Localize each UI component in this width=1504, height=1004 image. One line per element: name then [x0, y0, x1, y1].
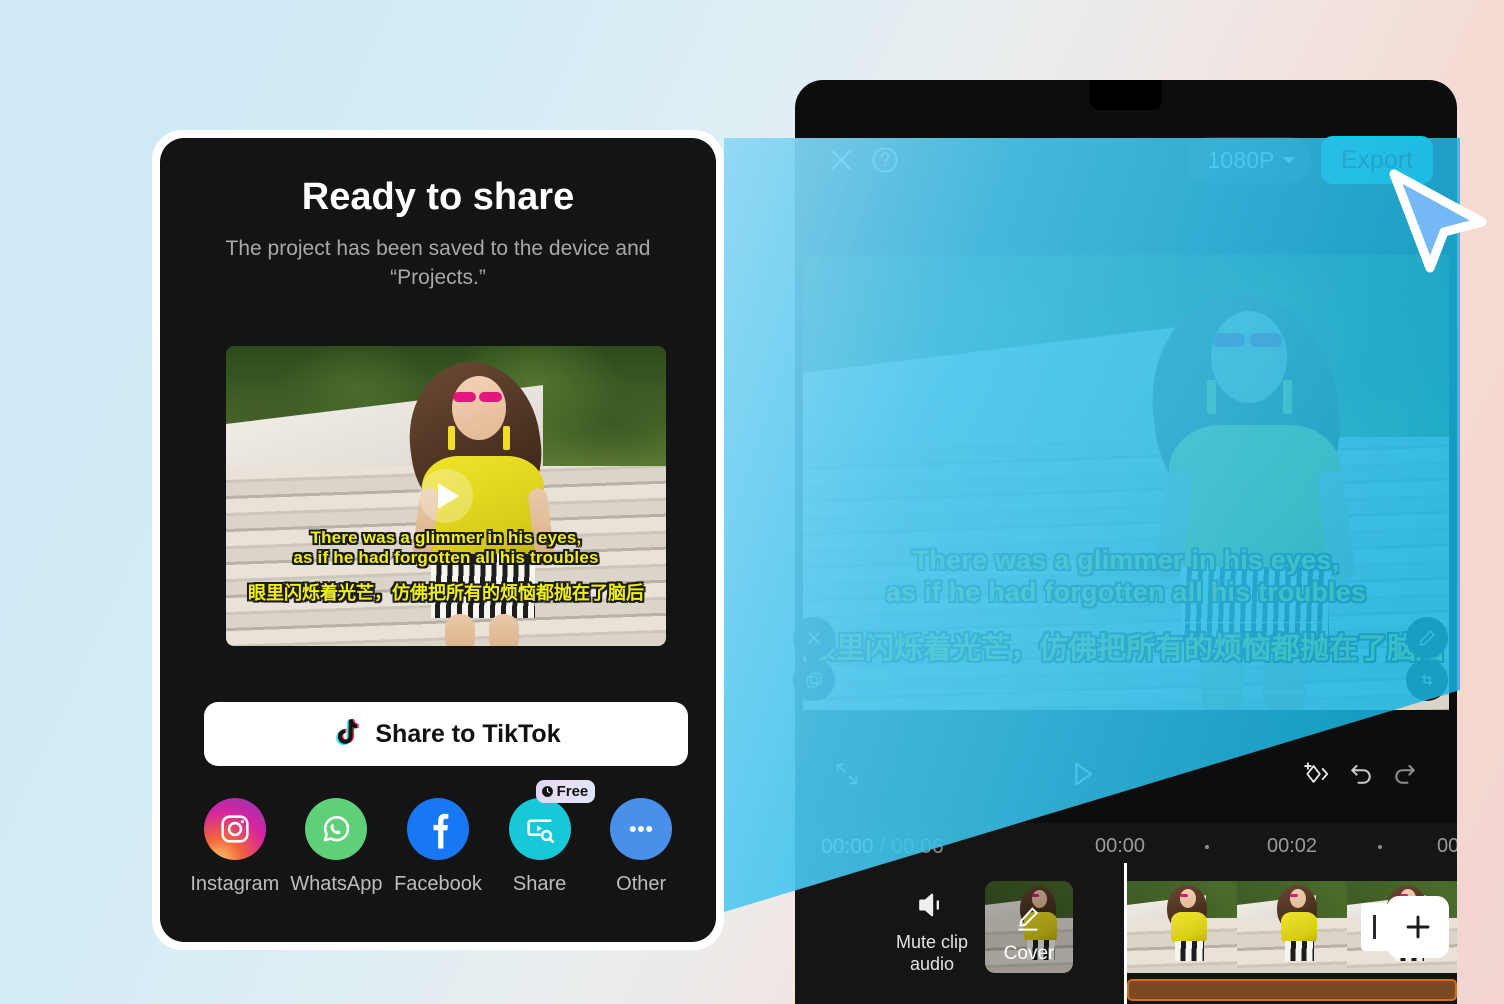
subtitle-en-line2: as if he had forgotten all his troubles — [293, 548, 599, 568]
share-target-label: WhatsApp — [290, 873, 383, 895]
resolution-selector[interactable]: 1080P — [1187, 137, 1311, 183]
play-button[interactable] — [419, 469, 473, 523]
ruler-tick — [1205, 845, 1209, 849]
cover-button[interactable]: Cover — [985, 881, 1073, 973]
play-icon — [1075, 762, 1093, 786]
dialog-subtitle: The project has been saved to the device… — [225, 237, 651, 289]
redo-button[interactable] — [1383, 752, 1427, 796]
subtitle-en-line2: as if he had forgotten all his troubles — [885, 576, 1367, 607]
tiktok-icon — [336, 718, 360, 746]
share-target-instagram[interactable]: Instagram — [187, 798, 283, 896]
free-badge-label: Free — [556, 783, 589, 800]
share-target-label: Other — [616, 873, 667, 895]
share-video-icon — [526, 819, 554, 844]
page-title: Ready to share — [301, 176, 575, 218]
share-to-tiktok-label: Share to TikTok — [375, 719, 561, 748]
close-icon — [808, 632, 820, 644]
clip-thumbnail[interactable] — [1237, 881, 1347, 973]
whatsapp-badge — [305, 798, 368, 860]
subtitle-en-line1: There was a glimmer in his eyes, — [912, 545, 1340, 575]
chevron-down-icon — [1282, 156, 1295, 164]
instagram-icon — [221, 815, 249, 843]
current-time: 00:00 — [821, 835, 874, 858]
pencil-icon — [1018, 907, 1039, 931]
timeline[interactable]: 00:00 / 00:06 00:00 00:02 00 Mute clip a… — [795, 823, 1457, 1004]
playhead[interactable] — [1124, 863, 1127, 1004]
clip-trim-handle[interactable] — [1361, 903, 1389, 951]
pencil-icon — [1419, 630, 1435, 646]
clock-icon — [541, 786, 553, 797]
share-target-other[interactable]: Other — [593, 798, 689, 896]
ruler-mark-0: 00:00 — [1095, 835, 1146, 857]
free-badge: Free — [535, 780, 596, 803]
mute-label-line1: Mute clip — [895, 931, 969, 952]
playback-toolbar — [795, 725, 1457, 823]
time-separator: / — [879, 835, 886, 858]
close-icon — [831, 150, 851, 170]
facebook-badge — [406, 798, 469, 860]
share-dialog-panel: Ready to share The project has been save… — [152, 130, 724, 950]
clip-thumbnail[interactable] — [1127, 881, 1237, 973]
more-dots-icon — [629, 826, 653, 832]
undo-button[interactable] — [1339, 752, 1383, 796]
share-video-badge — [508, 798, 571, 860]
share-target-share[interactable]: Free Share — [492, 780, 596, 896]
add-clip-button[interactable] — [1387, 896, 1449, 958]
duplicate-icon — [806, 672, 822, 688]
help-button[interactable] — [863, 138, 907, 182]
subtitle-zh: 眼里闪烁着光芒，仿佛把所有的烦恼都抛在了脑后 — [806, 632, 1445, 665]
share-to-tiktok-button[interactable]: Share to TikTok — [204, 702, 688, 766]
mouse-cursor — [1389, 169, 1487, 273]
share-video-preview[interactable]: There was a glimmer in his eyes, as if h… — [226, 346, 666, 646]
help-circle-icon — [872, 147, 898, 173]
whatsapp-icon — [324, 816, 350, 842]
plus-icon — [1406, 915, 1430, 939]
total-time: 00:06 — [891, 835, 944, 858]
other-badge — [610, 798, 673, 860]
editor-topbar: 1080P Export — [795, 110, 1457, 210]
editor-preview[interactable]: There was a glimmer in his eyes, as if h… — [803, 255, 1449, 710]
add-keyframe-button[interactable] — [1295, 752, 1339, 796]
page-root: 1080P Export There was a glimmer in his … — [0, 0, 1504, 1004]
share-dialog: Ready to share The project has been save… — [160, 138, 716, 942]
play-icon — [438, 483, 459, 509]
play-button[interactable] — [1060, 752, 1104, 796]
preview-subtitles: There was a glimmer in his eyes, as if h… — [803, 545, 1449, 667]
share-target-label: Instagram — [190, 873, 280, 895]
mouse-pointer-icon — [1389, 169, 1487, 273]
ruler-tick — [1378, 845, 1382, 849]
add-keyframe-icon — [1304, 762, 1329, 783]
resolution-value: 1080P — [1207, 146, 1275, 173]
video-editor-panel: 1080P Export There was a glimmer in his … — [795, 80, 1457, 1004]
speaker-mute-icon — [919, 893, 939, 917]
subtitle-delete-handle[interactable] — [793, 617, 835, 659]
subtitle-edit-handle[interactable] — [1406, 617, 1448, 659]
share-targets-row: Instagram WhatsApp Facebook Free Share O… — [184, 780, 692, 896]
share-target-label: Share — [512, 873, 567, 895]
subtitle-resize-handle[interactable] — [1406, 659, 1448, 701]
close-button[interactable] — [819, 138, 863, 182]
fullscreen-button[interactable] — [825, 752, 869, 796]
time-readout: 00:00 / 00:06 — [821, 835, 944, 859]
expand-icon — [836, 763, 858, 785]
share-target-label: Facebook — [394, 873, 482, 895]
ruler-mark-2: 00 — [1437, 835, 1457, 857]
subtitle-zh: 眼里闪烁着光芒，仿佛把所有的烦恼都抛在了脑后 — [248, 583, 644, 604]
share-target-whatsapp[interactable]: WhatsApp — [288, 798, 384, 896]
share-preview-subtitles: There was a glimmer in his eyes, as if h… — [226, 528, 666, 605]
redo-icon — [1395, 764, 1415, 784]
mute-clip-audio-button[interactable]: Mute clip audio — [887, 889, 977, 976]
audio-track[interactable] — [1127, 979, 1457, 1001]
resize-corner-icon — [1421, 674, 1433, 686]
phone-notch — [1090, 80, 1162, 110]
subtitle-en-line1: There was a glimmer in his eyes, — [310, 528, 582, 547]
ruler-mark-1: 00:02 — [1267, 835, 1318, 857]
instagram-badge — [203, 798, 266, 860]
undo-icon — [1351, 764, 1371, 784]
facebook-icon — [433, 813, 449, 849]
subtitle-copy-handle[interactable] — [793, 659, 835, 701]
share-target-facebook[interactable]: Facebook — [390, 798, 486, 896]
cover-label: Cover — [1003, 943, 1055, 964]
mute-label-line2: audio — [909, 954, 955, 974]
